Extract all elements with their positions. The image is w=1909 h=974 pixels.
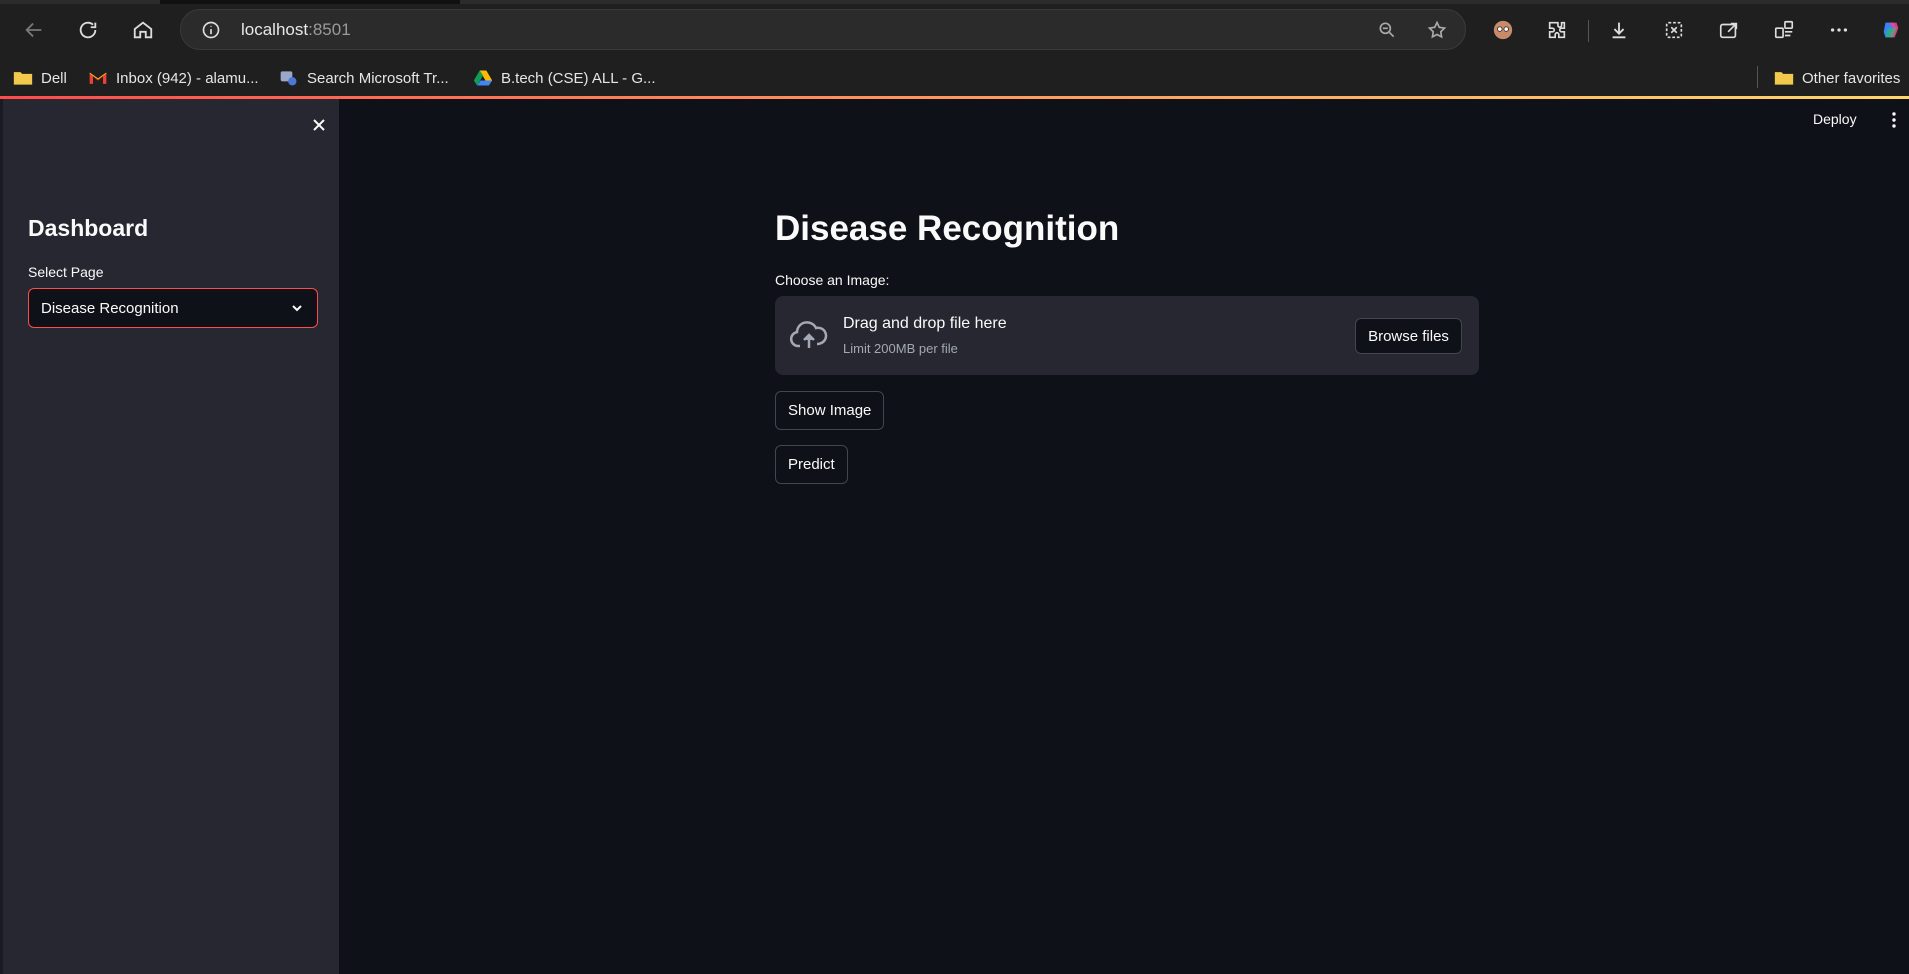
copilot-icon[interactable] xyxy=(1877,16,1905,44)
select-page-label: Select Page xyxy=(28,264,104,280)
bookmark-label: Search Microsoft Tr... xyxy=(307,69,449,87)
deploy-button[interactable]: Deploy xyxy=(1813,111,1857,127)
sidebar-title: Dashboard xyxy=(28,215,149,241)
extensions-icon[interactable] xyxy=(1543,16,1571,44)
site-info-icon[interactable] xyxy=(201,20,221,40)
page-select[interactable]: Disease Recognition xyxy=(28,288,318,328)
collections-icon[interactable] xyxy=(1770,16,1798,44)
page-title: Disease Recognition xyxy=(775,209,1120,248)
bookmark-label: Dell xyxy=(41,69,67,87)
page-select-value: Disease Recognition xyxy=(41,300,179,317)
show-image-button[interactable]: Show Image xyxy=(775,391,885,430)
bookmark-label: B.tech (CSE) ALL - G... xyxy=(501,69,656,87)
bookmark-drive[interactable]: B.tech (CSE) ALL - G... xyxy=(473,66,656,90)
browse-files-button[interactable]: Browse files xyxy=(1355,318,1462,354)
folder-icon xyxy=(1774,72,1794,85)
microsoft-search-icon xyxy=(280,71,297,86)
close-sidebar-button[interactable] xyxy=(306,112,332,138)
bookmarks-divider xyxy=(1757,66,1758,88)
toolbar-divider xyxy=(1588,20,1589,42)
sidebar: Dashboard Select Page Disease Recognitio… xyxy=(0,99,339,974)
reload-icon[interactable] xyxy=(70,12,106,48)
uploader-label: Choose an Image: xyxy=(775,272,890,288)
zoom-out-icon[interactable] xyxy=(1377,20,1397,40)
active-tab[interactable] xyxy=(160,0,460,4)
home-icon[interactable] xyxy=(125,12,161,48)
bookmark-label: Inbox (942) - alamu... xyxy=(116,69,259,87)
downloads-icon[interactable] xyxy=(1605,16,1633,44)
main-content: Deploy Disease Recognition Choose an Ima… xyxy=(339,99,1909,974)
share-icon[interactable] xyxy=(1715,16,1743,44)
bookmark-microsoft-search[interactable]: Search Microsoft Tr... xyxy=(279,66,449,90)
url-port: :8501 xyxy=(308,20,351,39)
main-menu-icon[interactable] xyxy=(1885,111,1903,129)
bookmarks-bar: Dell Inbox (942) - alamu... Search Micro… xyxy=(0,60,1909,96)
tab-strip xyxy=(0,0,1909,4)
upload-instructions: Drag and drop file here xyxy=(843,315,1007,332)
bookmark-label: Other favorites xyxy=(1802,69,1901,87)
favorite-star-icon[interactable] xyxy=(1427,20,1447,40)
upload-limit: Limit 200MB per file xyxy=(843,341,958,356)
predict-button[interactable]: Predict xyxy=(775,445,848,484)
back-icon[interactable] xyxy=(16,12,52,48)
folder-icon xyxy=(13,72,33,85)
url-text: localhost:8501 xyxy=(241,20,351,40)
file-dropzone[interactable]: Drag and drop file here Limit 200MB per … xyxy=(775,296,1479,375)
address-bar[interactable]: localhost:8501 xyxy=(180,9,1466,50)
google-drive-icon xyxy=(473,70,493,86)
url-host: localhost xyxy=(241,20,309,39)
chevron-down-icon xyxy=(292,305,302,312)
bookmark-inbox[interactable]: Inbox (942) - alamu... xyxy=(88,66,259,90)
gmail-icon xyxy=(89,72,107,84)
profile-avatar-icon[interactable] xyxy=(1489,16,1517,44)
browser-toolbar: localhost:8501 xyxy=(0,0,1909,60)
cloud-upload-icon xyxy=(789,321,828,348)
bookmark-other-favorites[interactable]: Other favorites xyxy=(1774,66,1900,90)
screenshot-icon[interactable] xyxy=(1660,16,1688,44)
more-options-icon[interactable] xyxy=(1825,16,1853,44)
bookmark-dell[interactable]: Dell xyxy=(13,66,67,90)
close-icon xyxy=(313,119,325,131)
